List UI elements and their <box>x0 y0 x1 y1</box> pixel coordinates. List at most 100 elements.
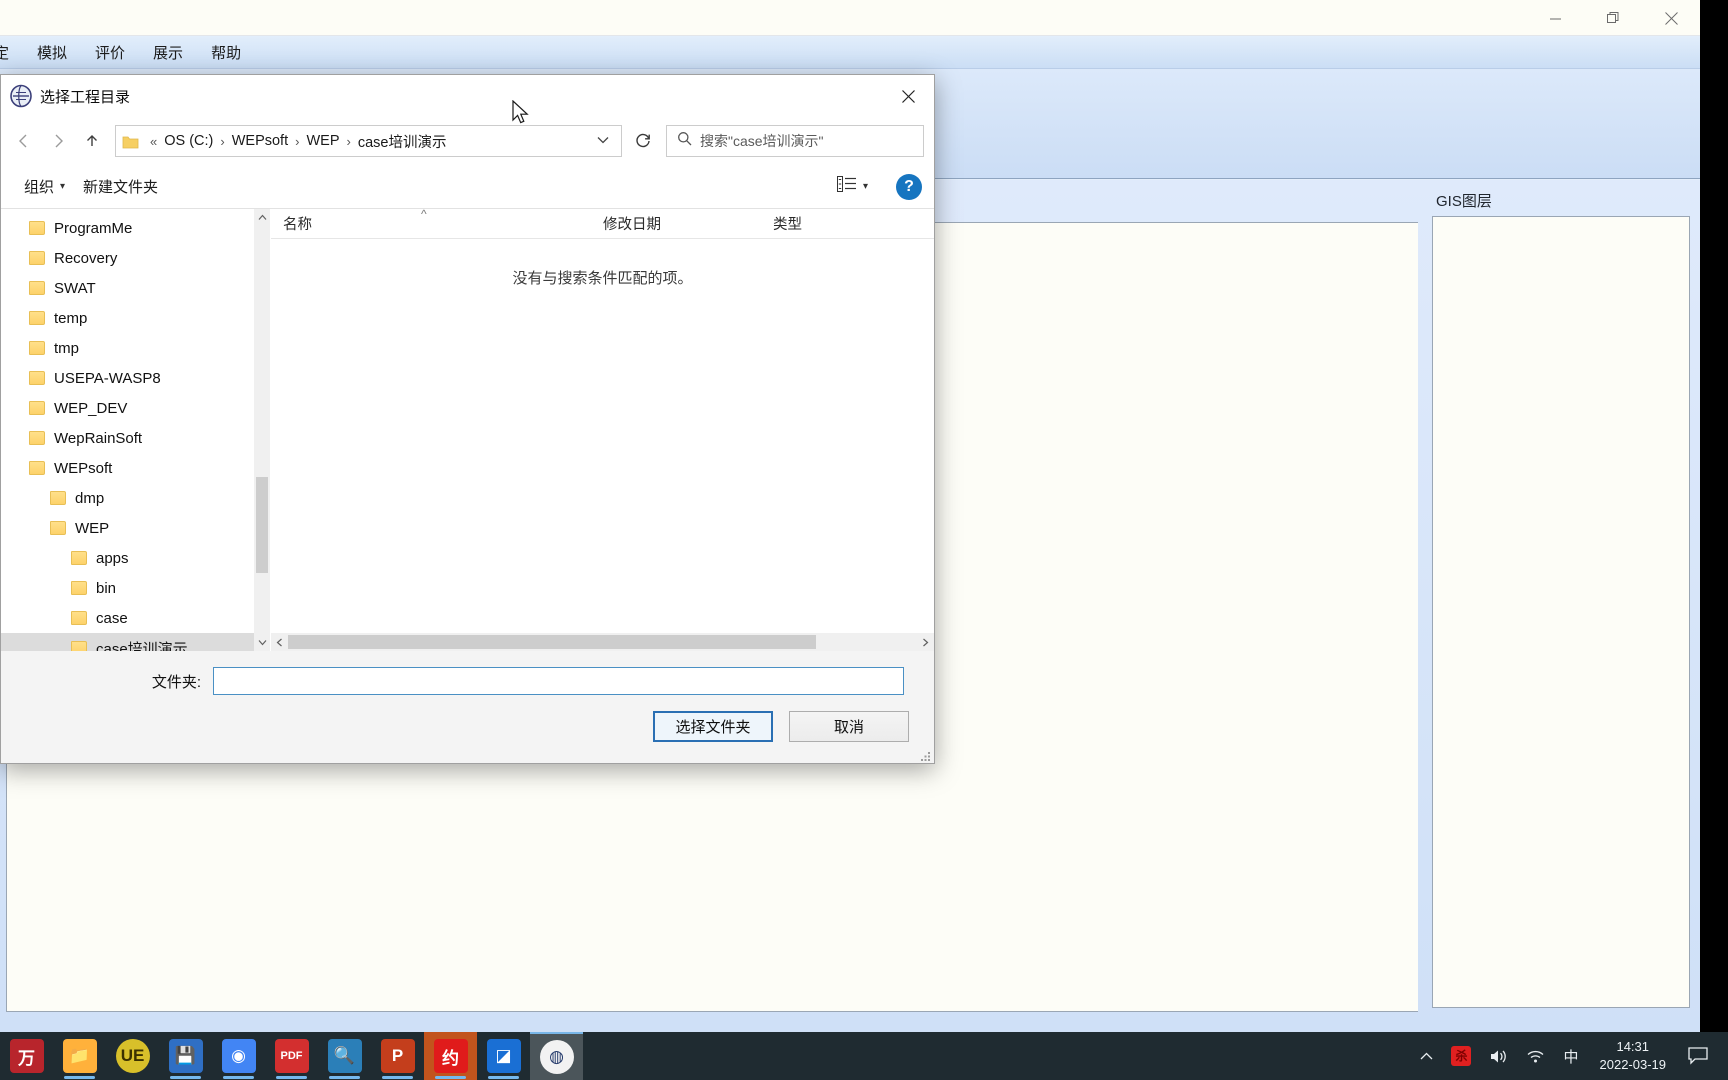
minimize-icon[interactable] <box>1526 0 1584 36</box>
file-explorer-icon[interactable]: 📁 <box>53 1032 106 1080</box>
file-list-horizontal-scrollbar[interactable] <box>271 633 934 651</box>
hscrollbar-thumb[interactable] <box>288 635 816 649</box>
breadcrumb-segment-2[interactable]: WEP <box>304 133 341 149</box>
folder-icon <box>50 491 66 505</box>
screen-right-letterbox <box>1700 0 1728 1032</box>
sort-indicator-icon: ^ <box>421 207 427 221</box>
tree-item-5[interactable]: USEPA-WASP8 <box>1 363 254 393</box>
tree-item-4[interactable]: tmp <box>1 333 254 363</box>
volume-icon[interactable] <box>1480 1032 1517 1080</box>
folder-tree-list[interactable]: ProgramMe Recovery SWAT temp tmp USEPA-WASP8 W… <box>1 209 254 651</box>
menu-item-4[interactable]: 帮助 <box>197 39 255 66</box>
chevron-down-icon[interactable] <box>254 634 270 651</box>
tree-item-2[interactable]: SWAT <box>1 273 254 303</box>
chevron-up-icon[interactable] <box>1411 1032 1442 1080</box>
tree-item-14[interactable]: case培训演示 <box>1 633 254 651</box>
powerpoint-icon[interactable]: P <box>371 1032 424 1080</box>
tree-item-0[interactable]: ProgramMe <box>1 213 254 243</box>
organize-button[interactable]: 组织 ▾ <box>15 172 74 201</box>
tree-item-3[interactable]: temp <box>1 303 254 333</box>
column-header-modified[interactable]: 修改日期 <box>591 213 761 234</box>
tree-item-label: USEPA-WASP8 <box>54 369 161 387</box>
maximize-icon[interactable] <box>1584 0 1642 36</box>
clock[interactable]: 14:31 2022-03-19 <box>1588 1032 1679 1080</box>
tree-item-10[interactable]: WEP <box>1 513 254 543</box>
tree-item-12[interactable]: bin <box>1 573 254 603</box>
tree-vertical-scrollbar[interactable] <box>254 209 270 651</box>
select-folder-button[interactable]: 选择文件夹 <box>653 711 773 742</box>
breadcrumb-segment-3[interactable]: case培训演示 <box>356 131 449 152</box>
folder-icon <box>71 611 87 625</box>
red-app-icon[interactable]: 约 <box>424 1032 477 1080</box>
ultraedit-icon[interactable]: UE <box>106 1032 159 1080</box>
chevron-down-icon[interactable] <box>585 135 621 147</box>
dialog-close-icon[interactable] <box>882 75 934 117</box>
tree-item-label: ProgramMe <box>54 219 133 237</box>
gis-layer-list[interactable] <box>1432 216 1690 1008</box>
column-header-name[interactable]: 名称 <box>271 213 591 234</box>
blue-chart-icon-glyph: ◪ <box>486 1039 521 1073</box>
folder-icon <box>29 461 45 475</box>
window-controls <box>1526 0 1700 36</box>
menu-item-3[interactable]: 展示 <box>139 39 197 66</box>
search-tool-icon[interactable]: 🔍 <box>318 1032 371 1080</box>
dialog-titlebar[interactable]: 选择工程目录 <box>1 75 934 117</box>
chrome-icon[interactable]: ◉ <box>212 1032 265 1080</box>
file-list-pane: 名称 修改日期 类型 ^ 没有与搜索条件匹配的项。 <box>271 207 934 651</box>
close-icon[interactable] <box>1642 0 1700 36</box>
wep-app-icon[interactable]: ◍ <box>530 1032 583 1080</box>
new-folder-button[interactable]: 新建文件夹 <box>74 172 167 201</box>
wifi-icon[interactable] <box>1517 1032 1554 1080</box>
view-mode-button[interactable]: ▾ <box>831 172 874 201</box>
chevron-left-icon[interactable] <box>271 633 288 651</box>
resize-grip-icon[interactable] <box>919 749 931 761</box>
tree-item-11[interactable]: apps <box>1 543 254 573</box>
tree-item-7[interactable]: WepRainSoft <box>1 423 254 453</box>
tree-scrollbar-thumb[interactable] <box>256 477 268 573</box>
tree-item-13[interactable]: case <box>1 603 254 633</box>
chevron-down-icon: ▾ <box>60 181 66 192</box>
command-bar-right: ▾ ? <box>831 172 922 201</box>
dialog-button-row: 选择文件夹 取消 <box>1 695 934 742</box>
wep-app-icon-glyph: ◍ <box>539 1040 574 1074</box>
chevron-right-icon[interactable] <box>917 633 934 651</box>
search-input[interactable]: 搜索"case培训演示" <box>700 131 824 151</box>
pdf-reader-icon[interactable]: PDF <box>265 1032 318 1080</box>
tree-item-9[interactable]: dmp <box>1 483 254 513</box>
powerpoint-icon-glyph: P <box>380 1039 415 1073</box>
folder-icon <box>71 551 87 565</box>
security-icon[interactable]: 杀 <box>1442 1032 1480 1080</box>
menu-item-2[interactable]: 评价 <box>81 39 139 66</box>
blue-chart-icon[interactable]: ◪ <box>477 1032 530 1080</box>
dialog-command-bar: 组织 ▾ 新建文件夹 ▾ ? <box>1 165 934 209</box>
tree-item-1[interactable]: Recovery <box>1 243 254 273</box>
column-header-type[interactable]: 类型 <box>761 213 921 234</box>
back-icon[interactable] <box>7 124 41 158</box>
breadcrumb[interactable]: « OS (C:) › WEPsoft › WEP › case培训演示 <box>115 125 622 157</box>
breadcrumb-segment-0[interactable]: OS (C:) <box>162 133 215 149</box>
menu-item-1[interactable]: 模拟 <box>23 39 81 66</box>
search-box[interactable]: 搜索"case培训演示" <box>666 125 924 157</box>
notification-icon[interactable] <box>1678 1032 1722 1080</box>
chevron-up-icon[interactable] <box>254 209 270 226</box>
ime-indicator[interactable]: 中 <box>1554 1032 1587 1080</box>
forward-icon[interactable] <box>41 124 75 158</box>
tree-item-label: case <box>96 609 128 627</box>
menu-item-0[interactable]: 定 <box>0 39 23 66</box>
save-app-icon[interactable]: 💾 <box>159 1032 212 1080</box>
folder-input[interactable] <box>213 667 904 695</box>
breadcrumb-segment-1[interactable]: WEPsoft <box>230 133 290 149</box>
tree-item-label: Recovery <box>54 249 118 267</box>
start-icon[interactable]: 万 <box>0 1032 53 1080</box>
help-icon[interactable]: ? <box>896 173 922 200</box>
cancel-button[interactable]: 取消 <box>789 711 909 742</box>
up-icon[interactable] <box>75 124 109 158</box>
tree-item-label: WepRainSoft <box>54 429 143 447</box>
save-app-icon-glyph: 💾 <box>168 1039 203 1073</box>
app-logo-icon <box>10 84 32 108</box>
system-tray: 杀 中 14:31 2022-03-19 <box>1411 1032 1728 1080</box>
tree-item-6[interactable]: WEP_DEV <box>1 393 254 423</box>
pdf-reader-icon-glyph: PDF <box>274 1039 309 1073</box>
refresh-icon[interactable] <box>626 124 660 158</box>
tree-item-8[interactable]: WEPsoft <box>1 453 254 483</box>
